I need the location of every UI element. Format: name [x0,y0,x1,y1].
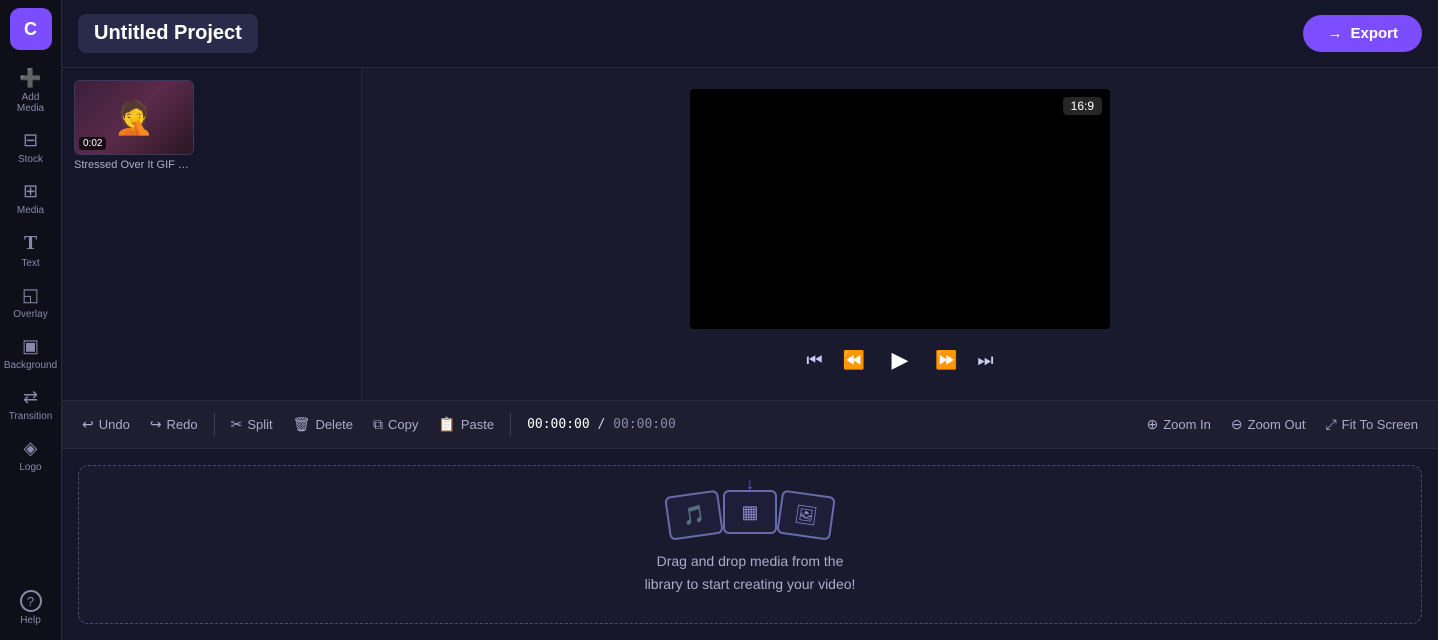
fast-forward-button[interactable]: ⏩ [931,346,961,375]
timeline-drop-zone[interactable]: 🎵 ↓ ▦ 🖼 Drag and drop media from the lib… [78,465,1422,624]
sidebar-item-label: Help [20,615,41,626]
sidebar-item-label: Media [17,205,44,216]
drop-arrow-icon: ↓ [746,476,754,494]
delete-icon: 🗑 [293,416,311,433]
add-media-icon: ➕ [19,68,41,89]
text-icon: T [24,232,37,255]
media-card-right-icon: 🖼 [776,490,836,541]
media-thumbnail[interactable]: 0:02 [74,80,194,155]
video-preview: 16:9 [690,89,1110,329]
zoom-out-label: Zoom Out [1248,417,1306,432]
export-button[interactable]: → Export [1303,15,1422,52]
help-icon: ? [20,590,42,612]
timeline-area: 🎵 ↓ ▦ 🖼 Drag and drop media from the lib… [62,449,1438,640]
undo-icon: ↩ [82,416,94,433]
undo-label: Undo [99,417,130,432]
media-duration: 0:02 [79,137,106,150]
sidebar-item-label: Stock [18,154,43,165]
drop-text-line2: library to start creating your video! [645,576,856,592]
topbar: Untitled Project → Export [62,0,1438,68]
play-button[interactable]: ▶ [881,341,919,379]
paste-button[interactable]: 📋 Paste [430,411,502,438]
delete-label: Delete [315,417,353,432]
project-title[interactable]: Untitled Project [78,14,258,53]
playback-controls: ⏮ ⏪ ▶ ⏩ ⏭ [802,341,997,379]
sidebar: C ➕ Add Media ⊟ Stock ⊞ Media T Text ◱ O… [0,0,62,640]
media-panel: 0:02 Stressed Over It GIF by ... [62,68,362,400]
total-time: 00:00:00 [613,417,676,432]
sidebar-item-logo[interactable]: ◈ Logo [4,432,58,479]
zoom-out-icon: ⊖ [1231,416,1243,433]
skip-to-start-button[interactable]: ⏮ [802,346,826,375]
copy-label: Copy [388,417,418,432]
sidebar-item-label: Background [4,360,57,371]
export-label: Export [1350,25,1398,42]
split-icon: ✂ [231,416,243,433]
content-area: 0:02 Stressed Over It GIF by ... 16:9 ⏮ … [62,68,1438,400]
toolbar: ↩ Undo ↪ Redo ✂ Split 🗑 Delete ⧉ Copy 📋 [62,401,1438,449]
media-card-left-icon: 🎵 [664,490,724,541]
zoom-in-button[interactable]: ⊕ Zoom In [1138,411,1218,438]
sidebar-item-stock[interactable]: ⊟ Stock [4,124,58,171]
export-arrow-icon: → [1327,25,1342,42]
redo-button[interactable]: ↪ Redo [142,411,206,438]
media-icon: ⊞ [23,181,38,202]
split-label: Split [247,417,272,432]
zoom-out-button[interactable]: ⊖ Zoom Out [1223,411,1314,438]
rewind-button[interactable]: ⏪ [839,346,869,375]
fit-to-screen-label: Fit To Screen [1342,417,1418,432]
sidebar-item-overlay[interactable]: ◱ Overlay [4,279,58,326]
copy-icon: ⧉ [373,416,383,433]
stock-icon: ⊟ [23,130,38,151]
sidebar-item-label: Logo [19,462,41,473]
preview-area: 16:9 ⏮ ⏪ ▶ ⏩ ⏭ [362,68,1438,400]
drop-zone-text: Drag and drop media from the library to … [645,550,856,595]
timecode-display: 00:00:00 / 00:00:00 [519,417,684,432]
redo-label: Redo [167,417,198,432]
sidebar-item-help[interactable]: ? Help [4,584,58,632]
current-time: 00:00:00 [527,417,590,432]
sidebar-item-label: Transition [9,411,53,422]
app-logo[interactable]: C [10,8,52,50]
fit-to-screen-button[interactable]: ⤢ Fit To Screen [1317,411,1426,438]
redo-icon: ↪ [150,416,162,433]
fit-to-screen-icon: ⤢ [1325,416,1336,433]
undo-button[interactable]: ↩ Undo [74,411,138,438]
sidebar-item-text[interactable]: T Text [4,226,58,275]
copy-button[interactable]: ⧉ Copy [365,411,426,438]
split-button[interactable]: ✂ Split [223,411,281,438]
overlay-icon: ◱ [22,285,39,306]
zoom-in-icon: ⊕ [1146,416,1158,433]
sidebar-item-media[interactable]: ⊞ Media [4,175,58,222]
zoom-in-label: Zoom In [1163,417,1211,432]
sidebar-item-label: Add Media [8,92,54,114]
logo-icon: ◈ [24,438,38,459]
paste-icon: 📋 [438,416,455,433]
media-label: Stressed Over It GIF by ... [74,159,194,171]
timecode-separator: / [598,417,614,432]
toolbar-divider-1 [214,413,215,437]
sidebar-item-background[interactable]: ▣ Background [4,330,58,377]
transition-icon: ⇄ [23,387,38,408]
media-card-main-icon: ↓ ▦ [723,490,777,534]
toolbar-divider-2 [510,413,511,437]
aspect-ratio-badge: 16:9 [1063,97,1102,115]
video-preview-container: 16:9 [690,89,1110,329]
bottom-section: ↩ Undo ↪ Redo ✂ Split 🗑 Delete ⧉ Copy 📋 [62,400,1438,640]
main-area: Untitled Project → Export 0:02 Stressed … [62,0,1438,640]
skip-to-end-button[interactable]: ⏭ [973,346,997,375]
background-icon: ▣ [22,336,39,357]
paste-label: Paste [461,417,494,432]
drop-text-line1: Drag and drop media from the [657,553,844,569]
sidebar-item-label: Overlay [13,309,47,320]
delete-button[interactable]: 🗑 Delete [285,411,361,438]
sidebar-item-add-media[interactable]: ➕ Add Media [4,62,58,120]
sidebar-item-label: Text [21,258,39,269]
drop-icon-group: 🎵 ↓ ▦ 🖼 [661,494,839,538]
sidebar-item-transition[interactable]: ⇄ Transition [4,381,58,428]
